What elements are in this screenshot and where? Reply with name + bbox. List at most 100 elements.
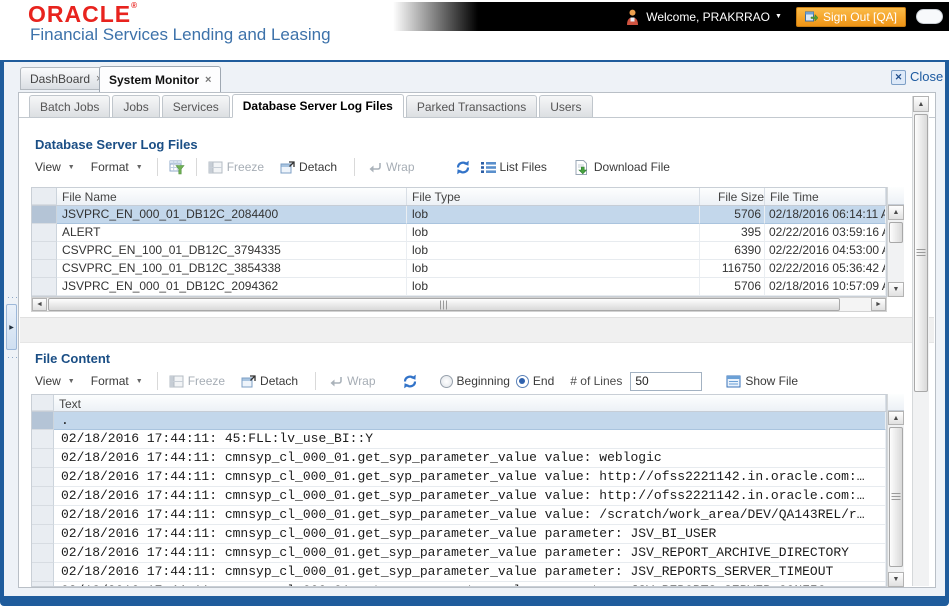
log-line-row[interactable]: 02/18/2016 17:44:11: cmnsyp_cl_000_01.ge…: [32, 582, 886, 586]
row-gutter[interactable]: [32, 506, 54, 525]
scrollbar-thumb[interactable]: [889, 427, 903, 567]
refresh-button[interactable]: [402, 374, 418, 389]
radio-end-icon[interactable]: [515, 374, 529, 388]
detach-button[interactable]: Detach: [241, 374, 298, 388]
column-file-size[interactable]: File Size: [700, 188, 765, 205]
table-row[interactable]: JSVPRC_EN_000_01_DB12C_2094362 lob 5706 …: [32, 278, 886, 296]
subtab-jobs[interactable]: Jobs: [112, 95, 160, 117]
scroll-up-button[interactable]: ▲: [888, 411, 904, 425]
radio-end[interactable]: End: [515, 374, 554, 388]
wrap-button[interactable]: Wrap: [368, 160, 415, 174]
tab-close-icon[interactable]: ×: [205, 74, 211, 86]
log-line-row[interactable]: 02/18/2016 17:44:11: cmnsyp_cl_000_01.ge…: [32, 468, 886, 487]
log-line-row[interactable]: 02/18/2016 17:44:11: 45:FLL:lv_use_BI::Y: [32, 430, 886, 449]
header-black-bar: Welcome, PRAKRRAO ▼ Sign Out [QA]: [393, 2, 949, 31]
tab-system-monitor[interactable]: System Monitor ×: [99, 66, 222, 92]
subtab-users[interactable]: Users: [539, 95, 593, 117]
row-gutter[interactable]: [32, 260, 57, 278]
header-gutter: [32, 188, 57, 205]
log-line-row[interactable]: 02/18/2016 17:44:11: cmnsyp_cl_000_01.ge…: [32, 506, 886, 525]
column-file-name[interactable]: File Name: [57, 188, 407, 205]
log-line-row[interactable]: .: [32, 412, 886, 430]
toolbar-separator: [315, 372, 317, 390]
scrollbar-thumb[interactable]: [48, 298, 840, 311]
log-files-toolbar: View ▼ Format ▼ Freeze Detach Wrap List …: [27, 153, 670, 181]
show-file-button[interactable]: Show File: [726, 374, 798, 388]
wrap-button[interactable]: Wrap: [329, 374, 376, 388]
panel-splitter-handle[interactable]: ▶: [6, 292, 17, 362]
refresh-icon: [402, 374, 418, 389]
table-row[interactable]: JSVPRC_EN_000_01_DB12C_2084400 lob 5706 …: [32, 206, 886, 224]
row-gutter[interactable]: [32, 224, 57, 242]
row-gutter[interactable]: [32, 412, 54, 430]
log-line-row[interactable]: 02/18/2016 17:44:11: cmnsyp_cl_000_01.ge…: [32, 487, 886, 506]
freeze-button[interactable]: Freeze: [169, 374, 225, 388]
panel-vertical-scrollbar[interactable]: ▲: [912, 96, 929, 586]
list-files-icon: [480, 161, 496, 174]
user-menu-caret-icon[interactable]: ▼: [775, 13, 782, 20]
row-gutter[interactable]: [32, 468, 54, 487]
download-file-button[interactable]: Download File: [575, 159, 670, 175]
detach-icon: [241, 374, 256, 388]
file-content-vertical-scrollbar[interactable]: ▲ ▼: [887, 394, 904, 587]
detach-button[interactable]: Detach: [280, 160, 337, 174]
system-monitor-panel: Batch Jobs Jobs Services Database Server…: [18, 92, 936, 588]
row-gutter[interactable]: [32, 544, 54, 563]
row-gutter[interactable]: [32, 487, 54, 506]
scroll-up-button[interactable]: ▲: [888, 205, 904, 220]
row-gutter[interactable]: [32, 430, 54, 449]
freeze-button[interactable]: Freeze: [208, 160, 264, 174]
scroll-up-button[interactable]: ▲: [913, 96, 929, 112]
table-row[interactable]: CSVPRC_EN_100_01_DB12C_3854338 lob 11675…: [32, 260, 886, 278]
log-line-row[interactable]: 02/18/2016 17:44:11: cmnsyp_cl_000_01.ge…: [32, 449, 886, 468]
num-lines-input[interactable]: [630, 371, 703, 391]
scroll-down-button[interactable]: ▼: [888, 282, 904, 297]
row-gutter[interactable]: [32, 582, 54, 586]
row-gutter[interactable]: [32, 563, 54, 582]
scrollbar-thumb[interactable]: [914, 114, 928, 392]
row-gutter[interactable]: [32, 206, 57, 224]
close-window-button[interactable]: Close: [910, 69, 943, 84]
scroll-right-button[interactable]: ►: [871, 298, 886, 311]
table-row[interactable]: CSVPRC_EN_100_01_DB12C_3794335 lob 6390 …: [32, 242, 886, 260]
close-window-icon[interactable]: ✕: [891, 70, 906, 85]
log-line-row[interactable]: 02/18/2016 17:44:11: cmnsyp_cl_000_01.ge…: [32, 544, 886, 563]
row-gutter[interactable]: [32, 525, 54, 544]
column-file-time[interactable]: File Time: [765, 188, 886, 205]
sign-out-label: Sign Out [QA]: [822, 9, 897, 24]
scrollbar-thumb[interactable]: [889, 222, 903, 243]
table-row[interactable]: ALERT lob 395 02/22/2016 03:59:16 AM: [32, 224, 886, 242]
query-by-example-button[interactable]: [169, 160, 185, 175]
row-gutter[interactable]: [32, 242, 57, 260]
subtab-batch-jobs[interactable]: Batch Jobs: [29, 95, 111, 117]
list-files-button[interactable]: List Files: [480, 160, 547, 174]
log-files-section-title: Database Server Log Files: [35, 137, 198, 152]
log-line-row[interactable]: 02/18/2016 17:44:11: cmnsyp_cl_000_01.ge…: [32, 563, 886, 582]
format-menu[interactable]: Format ▼: [91, 374, 143, 388]
log-line-row[interactable]: 02/18/2016 17:44:11: cmnsyp_cl_000_01.ge…: [32, 525, 886, 544]
file-content-section-title: File Content: [35, 351, 111, 366]
column-text[interactable]: Text: [54, 395, 886, 411]
row-gutter[interactable]: [32, 449, 54, 468]
scrollbar-header-cap: [888, 187, 904, 205]
subtab-database-server-log-files[interactable]: Database Server Log Files: [231, 94, 404, 118]
view-menu[interactable]: View ▼: [35, 160, 75, 174]
radio-beginning[interactable]: Beginning: [439, 374, 510, 388]
radio-beginning-icon[interactable]: [439, 374, 453, 388]
refresh-button[interactable]: [455, 160, 471, 175]
format-menu[interactable]: Format ▼: [91, 160, 143, 174]
subtab-services[interactable]: Services: [161, 95, 230, 117]
view-menu[interactable]: View ▼: [35, 374, 75, 388]
subtab-parked-transactions[interactable]: Parked Transactions: [405, 95, 538, 117]
scroll-left-button[interactable]: ◄: [32, 298, 47, 311]
log-files-vertical-scrollbar[interactable]: ▲ ▼: [887, 187, 904, 297]
row-gutter[interactable]: [32, 278, 57, 296]
window-frame-bottom: [0, 596, 949, 606]
scroll-down-button[interactable]: ▼: [888, 572, 904, 587]
log-files-horizontal-scrollbar[interactable]: ◄ ►: [31, 297, 887, 312]
header-gutter: [32, 395, 54, 411]
header-oval-button[interactable]: [916, 9, 943, 24]
sign-out-button[interactable]: Sign Out [QA]: [795, 6, 906, 27]
app-window: ORACLE® Financial Services Lending and L…: [0, 0, 949, 606]
column-file-type[interactable]: File Type: [407, 188, 700, 205]
